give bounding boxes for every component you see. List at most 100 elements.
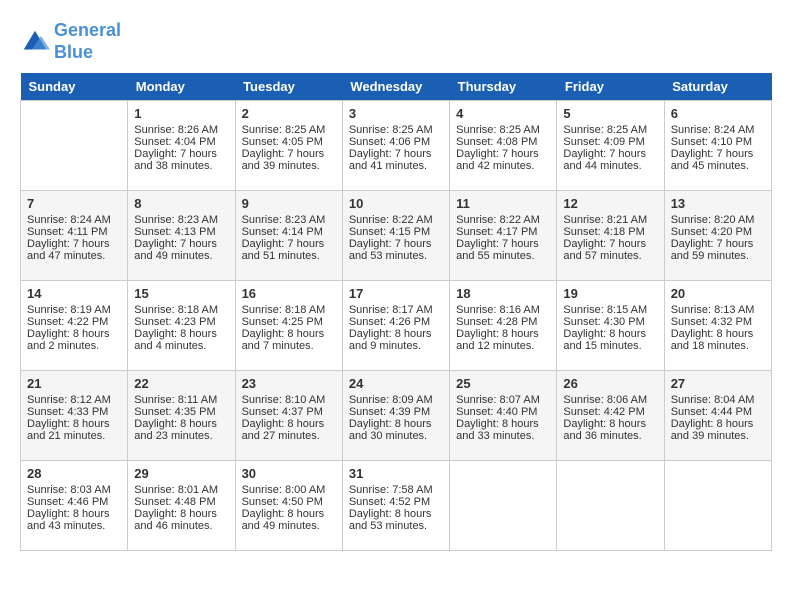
day-info: Sunrise: 8:13 AM [671, 304, 765, 316]
day-info: and 4 minutes. [134, 340, 228, 352]
logo-icon [20, 27, 50, 57]
day-info: Sunrise: 8:07 AM [456, 394, 550, 406]
day-info: Sunset: 4:40 PM [456, 406, 550, 418]
day-number: 13 [671, 196, 765, 211]
day-info: Sunrise: 8:06 AM [563, 394, 657, 406]
day-info: Daylight: 8 hours [349, 328, 443, 340]
calendar-cell: 6Sunrise: 8:24 AMSunset: 4:10 PMDaylight… [664, 101, 771, 191]
day-info: Sunset: 4:30 PM [563, 316, 657, 328]
day-info: and 30 minutes. [349, 430, 443, 442]
day-number: 10 [349, 196, 443, 211]
day-info: Daylight: 7 hours [134, 238, 228, 250]
day-number: 26 [563, 376, 657, 391]
weekday-header-wednesday: Wednesday [342, 73, 449, 101]
day-info: Sunset: 4:13 PM [134, 226, 228, 238]
day-info: and 23 minutes. [134, 430, 228, 442]
calendar-cell: 17Sunrise: 8:17 AMSunset: 4:26 PMDayligh… [342, 281, 449, 371]
calendar-cell: 21Sunrise: 8:12 AMSunset: 4:33 PMDayligh… [21, 371, 128, 461]
page-header: General Blue [20, 20, 772, 63]
day-number: 11 [456, 196, 550, 211]
day-info: and 43 minutes. [27, 520, 121, 532]
day-info: Sunrise: 8:26 AM [134, 124, 228, 136]
week-row-4: 21Sunrise: 8:12 AMSunset: 4:33 PMDayligh… [21, 371, 772, 461]
day-number: 1 [134, 106, 228, 121]
day-number: 20 [671, 286, 765, 301]
day-info: Sunrise: 8:18 AM [242, 304, 336, 316]
day-info: and 45 minutes. [671, 160, 765, 172]
calendar-cell: 30Sunrise: 8:00 AMSunset: 4:50 PMDayligh… [235, 461, 342, 551]
day-info: and 47 minutes. [27, 250, 121, 262]
day-info: Sunrise: 8:23 AM [242, 214, 336, 226]
day-info: Daylight: 8 hours [134, 328, 228, 340]
calendar-cell: 9Sunrise: 8:23 AMSunset: 4:14 PMDaylight… [235, 191, 342, 281]
weekday-header-thursday: Thursday [450, 73, 557, 101]
day-info: Sunrise: 8:18 AM [134, 304, 228, 316]
day-number: 2 [242, 106, 336, 121]
calendar-cell: 20Sunrise: 8:13 AMSunset: 4:32 PMDayligh… [664, 281, 771, 371]
day-info: and 46 minutes. [134, 520, 228, 532]
calendar-cell: 23Sunrise: 8:10 AMSunset: 4:37 PMDayligh… [235, 371, 342, 461]
day-number: 25 [456, 376, 550, 391]
day-number: 31 [349, 466, 443, 481]
day-number: 27 [671, 376, 765, 391]
day-info: Daylight: 7 hours [563, 238, 657, 250]
weekday-header-friday: Friday [557, 73, 664, 101]
day-info: Sunrise: 8:10 AM [242, 394, 336, 406]
calendar-cell: 8Sunrise: 8:23 AMSunset: 4:13 PMDaylight… [128, 191, 235, 281]
calendar-cell: 27Sunrise: 8:04 AMSunset: 4:44 PMDayligh… [664, 371, 771, 461]
day-info: Sunset: 4:04 PM [134, 136, 228, 148]
day-info: Sunrise: 8:22 AM [349, 214, 443, 226]
day-number: 16 [242, 286, 336, 301]
day-info: Sunset: 4:28 PM [456, 316, 550, 328]
day-number: 30 [242, 466, 336, 481]
day-info: Daylight: 8 hours [349, 418, 443, 430]
day-info: and 38 minutes. [134, 160, 228, 172]
day-info: and 39 minutes. [242, 160, 336, 172]
day-info: Daylight: 8 hours [242, 418, 336, 430]
week-row-3: 14Sunrise: 8:19 AMSunset: 4:22 PMDayligh… [21, 281, 772, 371]
day-info: Daylight: 7 hours [671, 148, 765, 160]
calendar-cell: 19 Sunrise: 8:15 AMSunset: 4:30 PMDayligh… [557, 281, 664, 371]
day-number: 19 [563, 286, 657, 301]
calendar-cell: 15Sunrise: 8:18 AMSunset: 4:23 PMDayligh… [128, 281, 235, 371]
day-info: Daylight: 7 hours [27, 238, 121, 250]
day-info: Sunset: 4:39 PM [349, 406, 443, 418]
day-info: Daylight: 8 hours [456, 328, 550, 340]
day-info: and 41 minutes. [349, 160, 443, 172]
day-number: 8 [134, 196, 228, 211]
week-row-5: 28Sunrise: 8:03 AMSunset: 4:46 PMDayligh… [21, 461, 772, 551]
day-info: Sunrise: 7:58 AM [349, 484, 443, 496]
day-info: and 39 minutes. [671, 430, 765, 442]
day-info: Sunset: 4:14 PM [242, 226, 336, 238]
day-number: 12 [563, 196, 657, 211]
calendar-cell [450, 461, 557, 551]
day-number: 15 [134, 286, 228, 301]
day-info: and 51 minutes. [242, 250, 336, 262]
day-info: Sunrise: 8:15 AM [563, 304, 657, 316]
day-info: and 55 minutes. [456, 250, 550, 262]
day-info: Sunset: 4:11 PM [27, 226, 121, 238]
day-info: Sunrise: 8:25 AM [242, 124, 336, 136]
day-info: Daylight: 7 hours [242, 238, 336, 250]
day-info: and 59 minutes. [671, 250, 765, 262]
day-info: Daylight: 8 hours [563, 328, 657, 340]
calendar-cell: 18Sunrise: 8:16 AMSunset: 4:28 PMDayligh… [450, 281, 557, 371]
day-info: Sunrise: 8:19 AM [27, 304, 121, 316]
day-info: Daylight: 8 hours [671, 328, 765, 340]
day-number: 21 [27, 376, 121, 391]
day-info: Daylight: 7 hours [671, 238, 765, 250]
day-info: Sunset: 4:42 PM [563, 406, 657, 418]
calendar-cell: 10Sunrise: 8:22 AMSunset: 4:15 PMDayligh… [342, 191, 449, 281]
day-info: Sunset: 4:08 PM [456, 136, 550, 148]
day-info: Daylight: 7 hours [134, 148, 228, 160]
day-info: Sunset: 4:05 PM [242, 136, 336, 148]
calendar-cell: 13Sunrise: 8:20 AMSunset: 4:20 PMDayligh… [664, 191, 771, 281]
day-info: Daylight: 8 hours [242, 508, 336, 520]
day-info: Sunset: 4:20 PM [671, 226, 765, 238]
day-info: Sunset: 4:17 PM [456, 226, 550, 238]
day-info: and 15 minutes. [563, 340, 657, 352]
weekday-header-sunday: Sunday [21, 73, 128, 101]
day-info: and 27 minutes. [242, 430, 336, 442]
day-info: Sunset: 4:09 PM [563, 136, 657, 148]
day-info: and 42 minutes. [456, 160, 550, 172]
